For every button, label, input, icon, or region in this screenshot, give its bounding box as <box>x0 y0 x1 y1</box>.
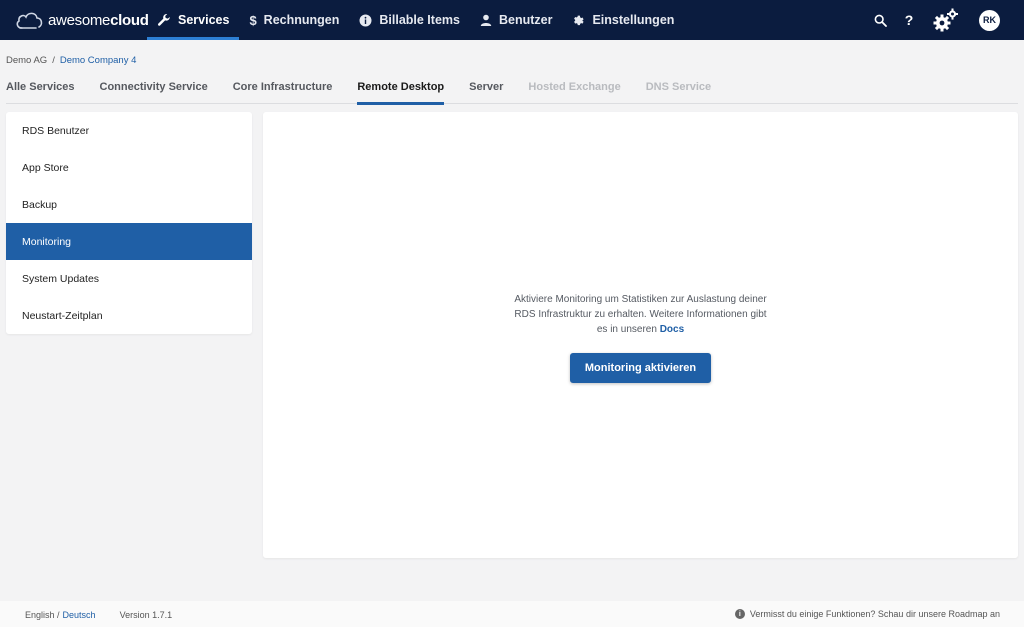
breadcrumb-separator: / <box>52 55 55 66</box>
breadcrumb: Demo AG / Demo Company 4 <box>6 55 136 66</box>
nav-item-label: Billable Items <box>379 13 460 27</box>
tab-connectivity-service[interactable]: Connectivity Service <box>100 72 208 104</box>
footer: English / Deutsch Version 1.7.1 i Vermis… <box>0 601 1024 627</box>
breadcrumb-current[interactable]: Demo Company 4 <box>60 55 137 66</box>
dollar-icon: $ <box>249 12 257 28</box>
roadmap-link[interactable]: Vermisst du einige Funktionen? Schau dir… <box>750 609 1000 619</box>
footer-right: i Vermisst du einige Funktionen? Schau d… <box>734 609 1000 619</box>
logo[interactable]: awesomecloud <box>14 7 149 33</box>
nav-item-label: Services <box>178 13 230 27</box>
user-icon <box>480 14 492 26</box>
sidebar-item-system-updates[interactable]: System Updates <box>6 260 252 297</box>
tab-dns-service: DNS Service <box>645 81 712 93</box>
top-navigation-bar: awesomecloud Services $ Rechnungen Billa… <box>0 0 1024 40</box>
nav-item-services[interactable]: Services <box>147 0 240 40</box>
breadcrumb-root[interactable]: Demo AG <box>6 55 47 66</box>
tab-remote-desktop[interactable]: Remote Desktop <box>357 72 444 105</box>
help-icon[interactable]: ? <box>901 12 917 28</box>
cloud-logo-icon <box>16 12 43 29</box>
logo-text-thin: awesome <box>48 11 111 29</box>
logo-text: awesomecloud <box>48 12 149 29</box>
sidebar-menu: RDS Benutzer App Store Backup Monitoring… <box>6 112 252 334</box>
docs-link[interactable]: Docs <box>660 324 684 335</box>
info-icon: i <box>734 609 745 619</box>
version-label: Version 1.7.1 <box>119 610 173 620</box>
search-icon[interactable] <box>874 14 887 27</box>
gear-icon <box>572 14 585 27</box>
footer-left: English / Deutsch Version 1.7.1 <box>25 610 172 620</box>
tab-server[interactable]: Server <box>469 72 503 104</box>
sidebar-item-neustart-zeitplan[interactable]: Neustart-Zeitplan <box>6 297 252 334</box>
tab-core-infrastructure[interactable]: Core Infrastructure <box>233 72 333 104</box>
empty-state-message: Aktiviere Monitoring um Statistiken zur … <box>511 292 771 337</box>
empty-state-text: Aktiviere Monitoring um Statistiken zur … <box>514 294 767 335</box>
sidebar-item-rds-benutzer[interactable]: RDS Benutzer <box>6 112 252 149</box>
logo-text-bold: cloud <box>110 11 149 29</box>
nav-item-einstellungen[interactable]: Einstellungen <box>562 0 684 40</box>
nav-item-rechnungen[interactable]: $ Rechnungen <box>239 0 349 40</box>
avatar[interactable]: RK <box>979 9 1000 31</box>
language-deutsch[interactable]: Deutsch <box>63 610 96 620</box>
service-tabs: Alle Services Connectivity Service Core … <box>6 72 1018 105</box>
info-icon <box>359 14 372 27</box>
nav-item-benutzer[interactable]: Benutzer <box>470 0 562 40</box>
top-right-actions: ? RK <box>860 0 1000 40</box>
language-english[interactable]: English / <box>25 610 60 620</box>
nav-item-label: Einstellungen <box>592 13 675 27</box>
tab-hosted-exchange: Hosted Exchange <box>528 81 621 93</box>
sidebar-item-app-store[interactable]: App Store <box>6 149 252 186</box>
settings-gears-icon[interactable] <box>933 8 959 32</box>
activate-monitoring-button[interactable]: Monitoring aktivieren <box>569 353 712 383</box>
sidebar-item-monitoring[interactable]: Monitoring <box>6 223 252 260</box>
nav-item-label: Benutzer <box>498 13 553 27</box>
wrench-icon <box>157 13 171 27</box>
nav-item-label: Rechnungen <box>263 13 340 27</box>
empty-state: Aktiviere Monitoring um Statistiken zur … <box>263 292 1018 383</box>
nav-item-billable-items[interactable]: Billable Items <box>349 0 470 40</box>
sidebar-item-backup[interactable]: Backup <box>6 186 252 223</box>
main-panel: Aktiviere Monitoring um Statistiken zur … <box>263 112 1018 558</box>
main-nav: Services $ Rechnungen Billable Items Ben… <box>147 0 684 40</box>
tab-alle-services[interactable]: Alle Services <box>6 72 75 104</box>
